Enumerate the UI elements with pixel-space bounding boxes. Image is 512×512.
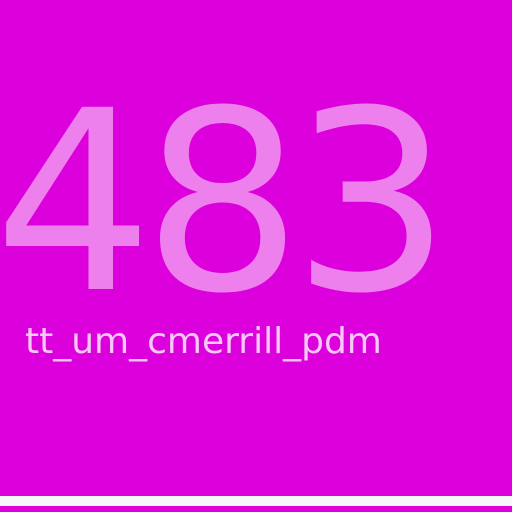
tile-label: tt_um_cmerrill_pdm	[25, 321, 382, 362]
project-tile[interactable]: 483 tt_um_cmerrill_pdm	[0, 0, 512, 512]
bottom-edge	[0, 506, 512, 512]
bottom-divider	[0, 496, 512, 506]
tile-number: 483	[0, 57, 451, 348]
